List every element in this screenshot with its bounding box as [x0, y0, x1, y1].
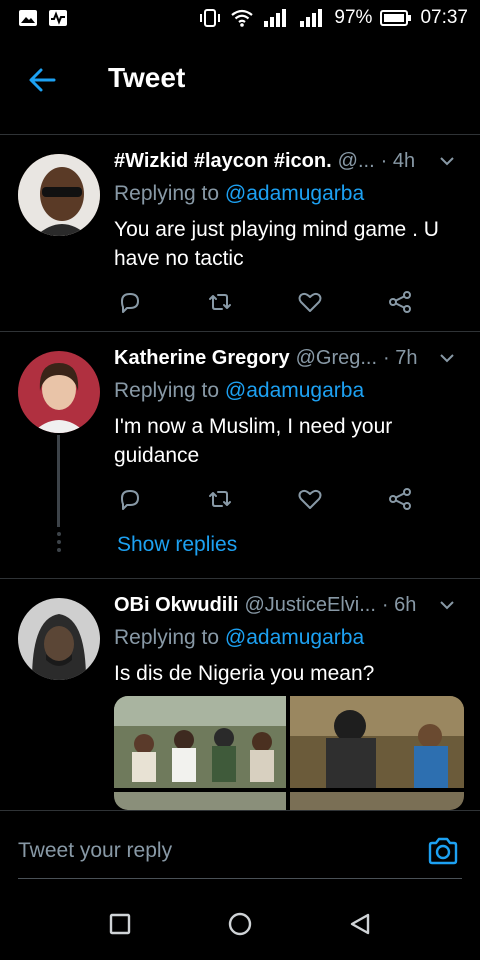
media-photo[interactable]	[114, 696, 286, 788]
replying-to-label: Replying to	[114, 379, 220, 402]
home-circle-icon[interactable]	[226, 910, 254, 938]
back-triangle-icon[interactable]	[346, 910, 374, 938]
page-title: Tweet	[108, 62, 186, 93]
app-bar: Tweet	[0, 38, 480, 120]
tweet-header: Katherine Gregory @Greg... · 7h	[114, 347, 464, 370]
retweet-icon[interactable]	[206, 485, 234, 513]
tweet-header: #Wizkid #laycon #icon. @... · 4h	[114, 150, 464, 173]
reply-input[interactable]: Tweet your reply	[18, 839, 398, 863]
author-handle[interactable]: @JusticeElvi...	[244, 594, 375, 617]
camera-icon[interactable]	[426, 835, 460, 867]
chevron-down-icon[interactable]	[438, 349, 456, 367]
media-photo[interactable]	[114, 792, 286, 810]
tweet-time: · 7h	[383, 347, 418, 369]
tweet-item[interactable]: OBi Okwudili @JusticeElvi... · 6h Replyi…	[0, 594, 480, 810]
avatar[interactable]	[18, 154, 100, 236]
reply-icon[interactable]	[116, 485, 144, 513]
share-icon[interactable]	[386, 485, 414, 513]
author-handle[interactable]: @Greg...	[296, 347, 377, 370]
battery-percent: 97%	[334, 7, 373, 28]
reply-icon[interactable]	[116, 288, 144, 316]
system-nav-bar	[0, 892, 480, 960]
avatar[interactable]	[18, 598, 100, 680]
replying-to: Replying to @adamugarba	[114, 379, 364, 403]
avatar-image	[18, 351, 100, 433]
author-name[interactable]: #Wizkid #laycon #icon.	[114, 150, 332, 173]
vibrate-icon	[200, 9, 221, 27]
tweet-divider	[0, 578, 480, 579]
tweet-header: OBi Okwudili @JusticeElvi... · 6h	[114, 594, 464, 617]
tweet-text: I'm now a Muslim, I need your guidance	[114, 412, 464, 470]
back-arrow-icon[interactable]	[24, 62, 60, 98]
avatar-image	[18, 598, 100, 680]
signal-2-icon	[300, 9, 323, 27]
show-replies-link[interactable]: Show replies	[117, 533, 237, 557]
image-notification-icon	[19, 10, 37, 26]
tweet-item[interactable]: #Wizkid #laycon #icon. @... · 4h Replyin…	[0, 150, 480, 330]
replying-to-label: Replying to	[114, 626, 220, 649]
battery-icon	[380, 10, 412, 26]
thread-line	[57, 435, 60, 527]
reply-composer: Tweet your reply	[0, 810, 480, 883]
media-photo[interactable]	[290, 696, 464, 788]
chevron-down-icon[interactable]	[438, 596, 456, 614]
chevron-down-icon[interactable]	[438, 152, 456, 170]
wifi-icon	[231, 9, 254, 27]
tweet-actions	[114, 485, 414, 515]
tweet-text: Is dis de Nigeria you mean?	[114, 659, 464, 688]
tweet-time: · 4h	[380, 150, 416, 172]
avatar[interactable]	[18, 351, 100, 433]
reply-input-underline	[18, 878, 462, 879]
retweet-icon[interactable]	[206, 288, 234, 316]
status-bar: 97% 07:37	[0, 0, 480, 38]
tweet-text-line: have no tactic	[114, 247, 244, 270]
tweet-text-line: I'm now a Muslim, I need your	[114, 415, 393, 438]
tweet-divider	[0, 331, 480, 332]
tweet-item[interactable]: Katherine Gregory @Greg... · 7h Replying…	[0, 347, 480, 577]
tweet-text-line: Is dis de Nigeria you mean?	[114, 662, 375, 685]
replying-to-user[interactable]: @adamugarba	[225, 626, 364, 649]
tweet-time: · 6h	[381, 594, 417, 616]
replying-to-user[interactable]: @adamugarba	[225, 182, 364, 205]
notification-icons	[18, 8, 68, 28]
signal-1-icon	[264, 9, 287, 27]
replying-to: Replying to @adamugarba	[114, 182, 364, 206]
clock: 07:37	[420, 7, 468, 28]
tweet-media-grid[interactable]	[114, 696, 464, 810]
avatar-image	[18, 154, 100, 236]
activity-notification-icon	[49, 10, 67, 26]
replying-to-label: Replying to	[114, 182, 220, 205]
replying-to: Replying to @adamugarba	[114, 626, 364, 650]
tweet-actions	[114, 288, 414, 318]
thread-dots-icon	[57, 532, 61, 552]
share-icon[interactable]	[386, 288, 414, 316]
author-name[interactable]: OBi Okwudili	[114, 594, 238, 617]
like-icon[interactable]	[296, 288, 324, 316]
tweet-text-line: guidance	[114, 444, 200, 467]
author-name[interactable]: Katherine Gregory	[114, 347, 290, 370]
tweet-text: You are just playing mind game . U have …	[114, 215, 464, 273]
like-icon[interactable]	[296, 485, 324, 513]
author-handle[interactable]: @...	[338, 150, 375, 173]
header-divider	[0, 134, 480, 135]
system-status: 97% 07:37	[198, 7, 468, 29]
recents-square-icon[interactable]	[106, 910, 134, 938]
replying-to-user[interactable]: @adamugarba	[225, 379, 364, 402]
media-photo[interactable]	[290, 792, 464, 810]
tweet-text-line: You are just playing mind game . U	[114, 218, 439, 241]
